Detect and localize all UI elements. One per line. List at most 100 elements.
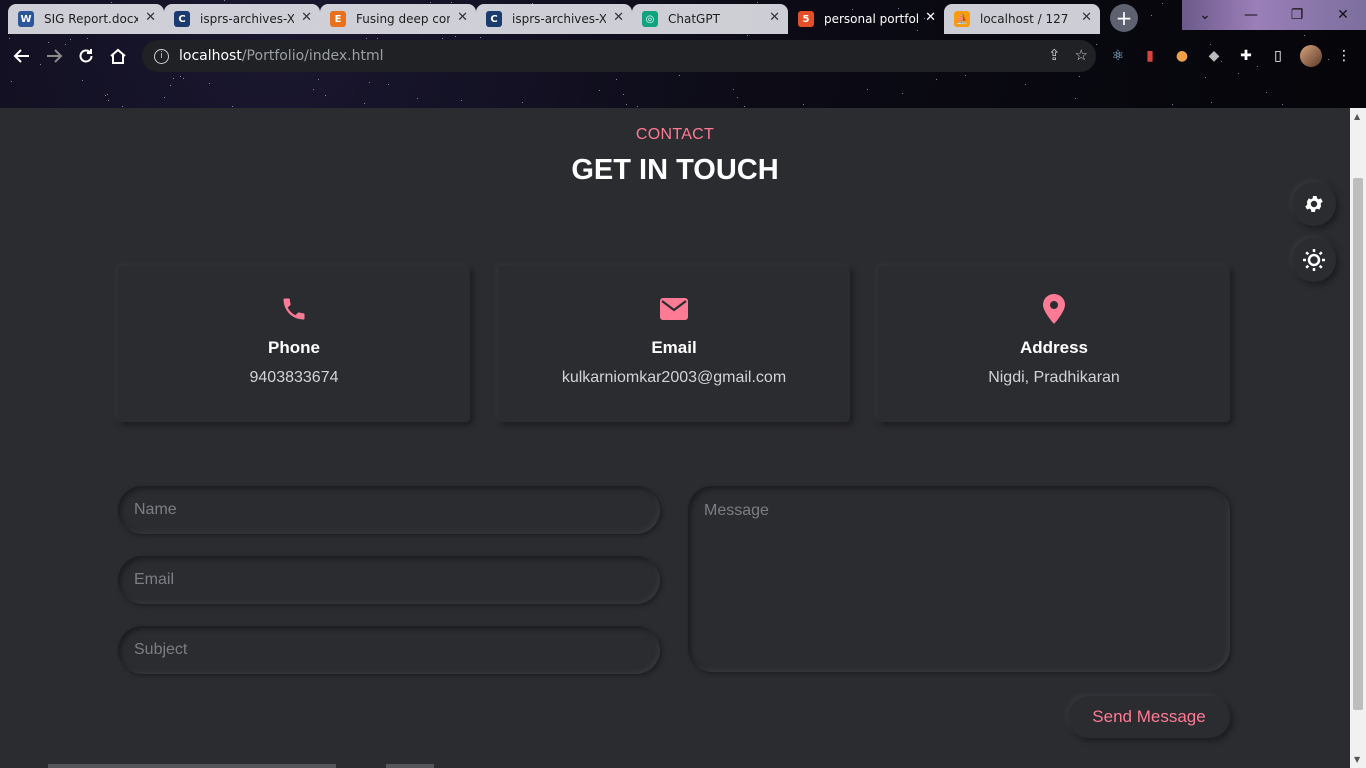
tab-title: isprs-archives-X — [512, 12, 606, 26]
reload-icon — [79, 49, 93, 63]
close-icon[interactable]: ✕ — [301, 10, 312, 25]
star-dot — [803, 104, 804, 105]
email-input[interactable] — [118, 556, 660, 604]
sun-icon — [1303, 249, 1325, 271]
tab-isprs-archives-2[interactable]: C isprs-archives-X ✕ — [476, 4, 632, 34]
star-dot — [318, 79, 319, 80]
settings-button[interactable] — [1292, 182, 1336, 226]
profile-avatar[interactable] — [1300, 45, 1322, 67]
more-menu-icon[interactable]: ⋮ — [1334, 46, 1354, 66]
close-icon[interactable]: ✕ — [145, 10, 156, 25]
star-dot — [733, 89, 734, 90]
tab-personal-portfolio[interactable]: 5 personal portfolio ✕ — [788, 4, 944, 34]
address-value: Nigdi, Pradhikaran — [988, 369, 1120, 386]
isprs-icon: C — [174, 11, 190, 27]
map-pin-icon — [878, 292, 1230, 326]
share-icon[interactable]: ⇪ — [1048, 46, 1061, 64]
footer-edge — [48, 764, 336, 768]
email-value: kulkarniomkar2003@gmail.com — [561, 369, 787, 386]
elsevier-icon: E — [330, 11, 346, 27]
react-devtools-icon[interactable]: ⚛ — [1108, 46, 1128, 66]
star-dot — [105, 95, 106, 96]
forward-button[interactable] — [38, 40, 70, 72]
send-message-button[interactable]: Send Message — [1068, 696, 1230, 738]
subject-input[interactable] — [118, 626, 660, 674]
name-input[interactable] — [118, 486, 660, 534]
tab-title: SIG Report.docx — [44, 12, 138, 26]
side-panel-icon[interactable]: ▯ — [1268, 46, 1288, 66]
page-scrollbar[interactable]: ▲ ▼ — [1350, 108, 1366, 768]
star-dot — [747, 35, 748, 36]
star-dot — [626, 104, 627, 105]
url-path: /Portfolio/index.html — [241, 48, 384, 64]
star-dot — [108, 100, 109, 101]
message-textarea[interactable] — [688, 486, 1230, 672]
scrollbar-thumb[interactable] — [1353, 178, 1363, 710]
extension-grey-icon[interactable]: ◆ — [1204, 46, 1224, 66]
star-dot — [1266, 92, 1267, 93]
minimize-button[interactable]: — — [1228, 0, 1274, 30]
scroll-up-icon[interactable]: ▲ — [1354, 112, 1360, 121]
close-icon[interactable]: ✕ — [457, 10, 468, 25]
tab-fusing-deep[interactable]: E Fusing deep conv ✕ — [320, 4, 476, 34]
word-icon: W — [18, 11, 34, 27]
star-dot — [107, 94, 108, 95]
window-controls: ⌄ — ❐ ✕ — [1182, 0, 1366, 30]
card-label: Email — [651, 338, 697, 357]
extension-orange-icon[interactable]: ● — [1172, 46, 1192, 66]
star-dot — [1282, 104, 1283, 105]
puzzle-icon[interactable]: ✚ — [1236, 46, 1256, 66]
phone-value: 9403833674 — [249, 369, 339, 386]
tab-chatgpt[interactable]: ◎ ChatGPT ✕ — [632, 4, 788, 34]
address-card: Address Nigdi, Pradhikaran — [878, 266, 1230, 422]
close-icon[interactable]: ✕ — [1081, 10, 1092, 25]
new-tab-button[interactable]: + — [1110, 4, 1138, 32]
tab-title: isprs-archives-XL — [200, 12, 294, 26]
tab-sig-report[interactable]: W SIG Report.docx ✕ — [8, 4, 164, 34]
close-icon[interactable]: ✕ — [925, 10, 936, 25]
tab-localhost[interactable]: ⛵ localhost / 127 ✕ — [944, 4, 1100, 34]
star-dot — [1304, 35, 1305, 36]
home-button[interactable] — [102, 40, 134, 72]
phone-card: Phone 9403833674 — [118, 266, 470, 422]
close-icon[interactable]: ✕ — [613, 10, 624, 25]
footer-edge — [386, 764, 434, 768]
arrow-right-icon — [47, 49, 63, 63]
reload-button[interactable] — [70, 40, 102, 72]
chevron-down-icon[interactable]: ⌄ — [1182, 0, 1228, 30]
star-dot — [599, 90, 600, 91]
star-dot — [325, 95, 326, 96]
card-label: Phone — [268, 338, 320, 357]
tab-title: ChatGPT — [668, 12, 720, 26]
envelope-icon — [498, 292, 850, 326]
section-subtitle: CONTACT — [635, 126, 715, 143]
star-dot — [902, 93, 903, 94]
browser-chrome: W SIG Report.docx ✕ C isprs-archives-XL … — [0, 0, 1366, 108]
star-dot — [388, 84, 389, 85]
site-info-icon[interactable]: i — [154, 48, 169, 64]
bookmark-star-icon[interactable]: ☆ — [1075, 46, 1088, 64]
tab-isprs-archives[interactable]: C isprs-archives-XL ✕ — [164, 4, 320, 34]
star-dot — [623, 94, 624, 95]
star-dot — [1172, 104, 1173, 105]
address-bar[interactable]: i localhost/Portfolio/index.html ⇪ ☆ — [142, 40, 1096, 72]
star-dot — [637, 106, 638, 107]
close-icon[interactable]: ✕ — [769, 10, 780, 25]
home-icon — [110, 48, 126, 64]
isprs-icon: C — [486, 11, 502, 27]
theme-toggle-button[interactable] — [1292, 238, 1336, 282]
close-window-button[interactable]: ✕ — [1320, 0, 1366, 30]
star-dot — [232, 106, 233, 107]
extension-red-icon[interactable]: ▮ — [1140, 46, 1160, 66]
phone-icon — [118, 292, 470, 326]
back-button[interactable] — [6, 40, 38, 72]
star-dot — [737, 97, 738, 98]
star-dot — [461, 100, 462, 101]
restore-button[interactable]: ❐ — [1274, 0, 1320, 30]
star-dot — [183, 78, 184, 79]
star-dot — [82, 80, 83, 81]
scroll-down-icon[interactable]: ▼ — [1354, 755, 1360, 764]
star-dot — [180, 76, 181, 77]
star-dot — [867, 89, 868, 90]
star-dot — [455, 36, 456, 37]
